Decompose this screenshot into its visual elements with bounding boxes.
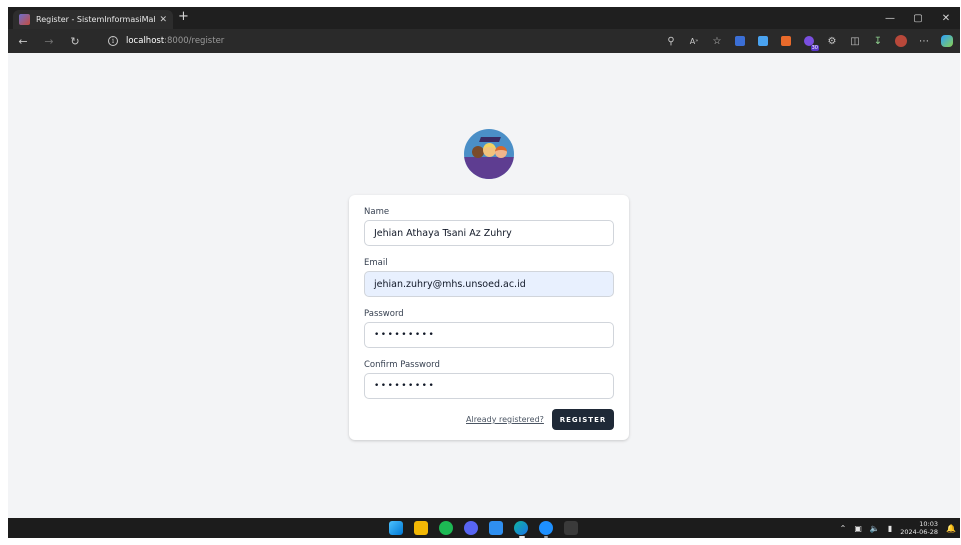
- system-tray: ⌃ ▣ 🔈 ▮ 10:03 2024-06-28 🔔: [840, 518, 956, 538]
- password-input[interactable]: •••••••••: [364, 322, 614, 348]
- battery-icon[interactable]: ▮: [888, 524, 892, 533]
- register-card: Name Jehian Athaya Tsani Az Zuhry Email …: [349, 195, 629, 440]
- discord-icon[interactable]: [464, 521, 478, 535]
- display-icon[interactable]: ▣: [854, 524, 862, 533]
- screen: Register - SistemInformasiMahas ✕ + — ▢ …: [8, 7, 960, 538]
- email-label: Email: [364, 258, 388, 268]
- more-options-icon[interactable]: ⋯: [917, 34, 931, 48]
- clock-date: 2024-06-28: [900, 528, 939, 536]
- password-value: •••••••••: [374, 330, 436, 340]
- address-bar[interactable]: i localhost :8000/register: [100, 32, 690, 50]
- windows-taskbar: ⌃ ▣ 🔈 ▮ 10:03 2024-06-28 🔔: [8, 518, 960, 538]
- favicon-icon: [19, 14, 30, 25]
- favorite-star-icon[interactable]: ☆: [710, 34, 724, 48]
- extensions-puzzle-icon[interactable]: ⚙: [825, 34, 839, 48]
- speaker-icon[interactable]: 🔈: [870, 524, 880, 533]
- clock-time: 10:03: [919, 520, 939, 528]
- site-info-icon[interactable]: i: [108, 36, 118, 46]
- already-registered-link[interactable]: Already registered?: [466, 415, 544, 424]
- name-label: Name: [364, 207, 390, 217]
- url-host: localhost: [126, 36, 165, 46]
- browser-tab[interactable]: Register - SistemInformasiMahas ✕: [13, 10, 173, 29]
- new-tab-button[interactable]: +: [178, 9, 189, 24]
- email-input[interactable]: jehian.zuhry@mhs.unsoed.ac.id: [364, 271, 614, 297]
- minimize-button[interactable]: —: [876, 7, 904, 29]
- tab-title: Register - SistemInformasiMahas: [36, 15, 156, 24]
- extension-2-icon[interactable]: [756, 34, 770, 48]
- close-window-button[interactable]: ✕: [932, 7, 960, 29]
- extension-1-icon[interactable]: [733, 34, 747, 48]
- refresh-icon[interactable]: ↻: [64, 30, 86, 52]
- spotify-icon[interactable]: [439, 521, 453, 535]
- notepad-icon[interactable]: [489, 521, 503, 535]
- password-label: Password: [364, 309, 404, 319]
- read-aloud-icon[interactable]: A»: [687, 34, 701, 48]
- copilot-icon[interactable]: [940, 34, 954, 48]
- toolbar-icons: ⚲ A» ☆ 30 ⚙ ◫ ↧ ⋯: [664, 32, 954, 51]
- key-icon[interactable]: ⚲: [664, 34, 678, 48]
- browser-toolbar: ← → ↻ i localhost :8000/register ⚲ A» ☆ …: [8, 29, 960, 53]
- name-value: Jehian Athaya Tsani Az Zuhry: [374, 227, 512, 239]
- app-7-icon[interactable]: [539, 521, 553, 535]
- app-logo[interactable]: [464, 129, 514, 179]
- edge-icon[interactable]: [514, 521, 528, 535]
- confirm-password-input[interactable]: •••••••••: [364, 373, 614, 399]
- start-icon[interactable]: [389, 521, 403, 535]
- downloads-icon[interactable]: ↧: [871, 34, 885, 48]
- forward-icon[interactable]: →: [38, 30, 60, 52]
- split-screen-icon[interactable]: ◫: [848, 34, 862, 48]
- confirm-password-value: •••••••••: [374, 381, 436, 391]
- profile-avatar-icon[interactable]: [894, 34, 908, 48]
- extension-3-icon[interactable]: [779, 34, 793, 48]
- browser-tabbar: Register - SistemInformasiMahas ✕ + — ▢ …: [8, 7, 960, 29]
- app-8-icon[interactable]: [564, 521, 578, 535]
- chevron-up-icon[interactable]: ⌃: [840, 524, 847, 533]
- back-icon[interactable]: ←: [12, 30, 34, 52]
- name-input[interactable]: Jehian Athaya Tsani Az Zuhry: [364, 220, 614, 246]
- notification-bell-icon[interactable]: 🔔: [946, 524, 956, 533]
- extension-badge-icon[interactable]: 30: [802, 34, 819, 51]
- email-value: jehian.zuhry@mhs.unsoed.ac.id: [374, 278, 526, 290]
- maximize-button[interactable]: ▢: [904, 7, 932, 29]
- close-tab-icon[interactable]: ✕: [159, 15, 167, 25]
- url-path: :8000/register: [164, 36, 225, 46]
- window-controls: — ▢ ✕: [876, 7, 960, 29]
- file-explorer-icon[interactable]: [414, 521, 428, 535]
- clock[interactable]: 10:03 2024-06-28: [900, 520, 938, 536]
- confirm-password-label: Confirm Password: [364, 360, 440, 370]
- register-button[interactable]: REGISTER: [552, 409, 614, 430]
